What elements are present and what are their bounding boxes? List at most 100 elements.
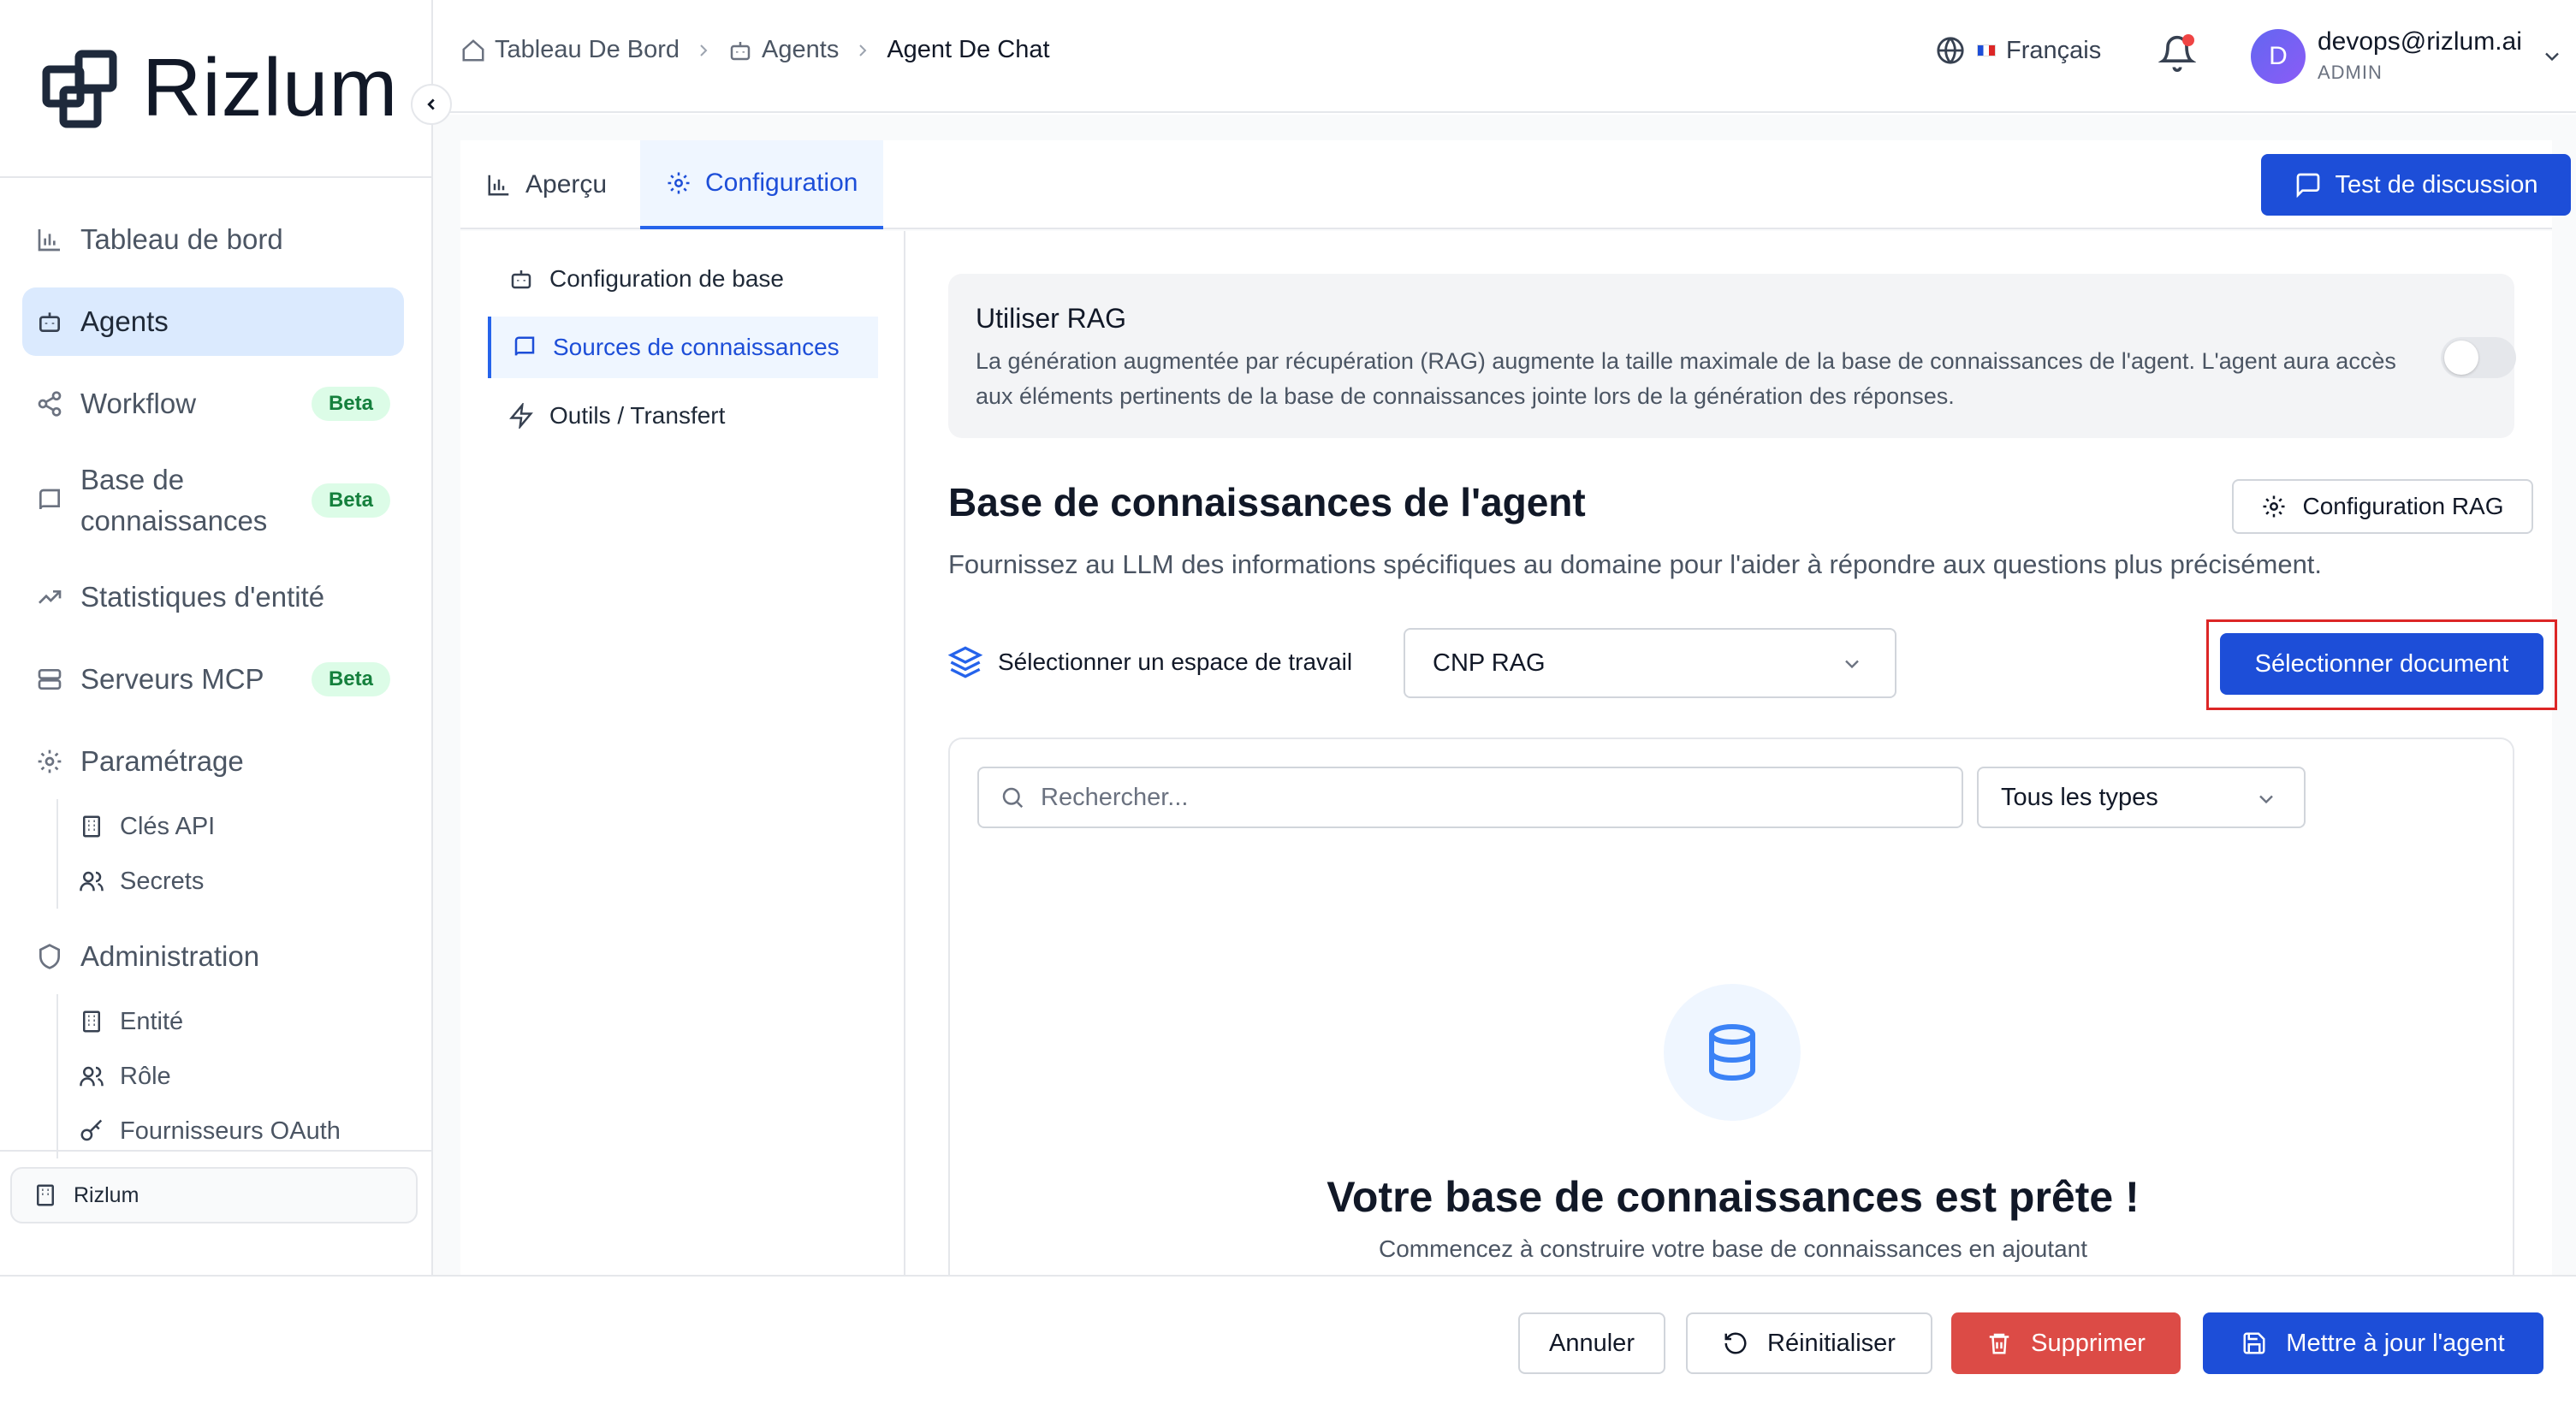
workspace-label-text: Sélectionner un espace de travail (998, 649, 1353, 675)
database-icon (1664, 984, 1801, 1121)
sidebar-item-label: Statistiques d'entité (80, 581, 325, 613)
type-filter-select[interactable]: Tous les types (1977, 767, 2306, 828)
sidebar-item-entity[interactable]: Entité (79, 994, 404, 1049)
notifications-button[interactable] (2158, 34, 2197, 72)
sidebar-item-label: Agents (80, 305, 169, 337)
language-selector[interactable]: Français (1936, 36, 2101, 65)
app-root: Rizlum Tableau de bord Agents Workflow B… (0, 0, 2576, 1410)
subnav-label: Configuration de base (549, 265, 784, 292)
gear-icon (2263, 495, 2285, 518)
chevron-down-icon[interactable] (2540, 44, 2564, 68)
book-icon (36, 487, 63, 514)
admin-submenu: Entité Rôle Fournisseurs OAuth (56, 994, 404, 1158)
chevron-down-icon (1845, 660, 1859, 669)
button-label: Test de discussion (2335, 170, 2538, 198)
sidebar-item-entity-stats[interactable]: Statistiques d'entité (22, 563, 404, 631)
logo[interactable]: Rizlum (38, 41, 398, 135)
button-label: Réinitialiser (1767, 1329, 1896, 1357)
bar-chart-icon (488, 175, 509, 196)
breadcrumb-current: Agent De Chat (887, 36, 1050, 63)
tab-bar: Aperçu Configuration Test de discussion (460, 140, 2571, 229)
tab-overview[interactable]: Aperçu (460, 140, 632, 229)
test-discussion-button[interactable]: Test de discussion (2261, 154, 2571, 216)
sidebar-item-label: Secrets (120, 867, 205, 895)
cancel-button[interactable]: Annuler (1518, 1312, 1665, 1374)
rotate-ccw-icon (1724, 1332, 1747, 1354)
button-label: Mettre à jour l'agent (2286, 1329, 2505, 1357)
top-header: Tableau De Bord Agents Agent De Chat Fra… (433, 0, 2576, 113)
sidebar-item-label: Tableau de bord (80, 223, 283, 255)
book-icon (514, 336, 535, 356)
avatar[interactable]: D (2251, 29, 2306, 84)
knowledge-base-title: Base de connaissances de l'agent (948, 480, 1586, 524)
documents-panel: Rechercher... Tous les types Votre base … (948, 738, 2514, 1336)
sidebar-item-knowledge-base[interactable]: Base de connaissances Beta (22, 452, 404, 549)
update-agent-button[interactable]: Mettre à jour l'agent (2203, 1312, 2543, 1374)
toggle-knob (2444, 341, 2478, 375)
tab-configuration[interactable]: Configuration (640, 140, 884, 229)
workspace-select[interactable]: CNP RAG (1404, 628, 1896, 698)
organization-switcher[interactable]: Rizlum (10, 1167, 418, 1223)
users-icon (79, 1063, 104, 1089)
sidebar-item-label: Base de connaissances (80, 464, 268, 536)
organization-name: Rizlum (74, 1182, 139, 1207)
building-icon (37, 1184, 54, 1206)
sidebar-item-settings[interactable]: Paramétrage (22, 727, 404, 796)
sidebar-item-label: Paramétrage (80, 745, 244, 777)
sidebar-item-secrets[interactable]: Secrets (79, 854, 404, 909)
trash-icon (1989, 1333, 2009, 1354)
reset-button[interactable]: Réinitialiser (1686, 1312, 1932, 1374)
chevron-right-icon (852, 40, 873, 61)
sidebar-collapse-button[interactable] (411, 84, 452, 125)
rag-toggle[interactable] (2441, 337, 2516, 378)
config-subnav: Configuration de base Sources de connais… (460, 231, 905, 1275)
users-icon (79, 868, 104, 894)
notification-dot (2182, 34, 2194, 46)
message-square-icon (2296, 173, 2319, 198)
breadcrumb-label: Agents (762, 36, 840, 63)
sidebar-item-administration[interactable]: Administration (22, 922, 404, 991)
rag-title: Utiliser RAG (976, 303, 1127, 334)
search-input[interactable]: Rechercher... (977, 767, 1963, 828)
chevron-right-icon (693, 40, 714, 61)
beta-badge: Beta (311, 483, 390, 518)
chevron-down-icon (2259, 795, 2273, 804)
subnav-tools-transfer[interactable]: Outils / Transfert (488, 385, 878, 447)
breadcrumb-item-agents[interactable]: Agents (727, 36, 839, 64)
sidebar-item-dashboard[interactable]: Tableau de bord (22, 205, 404, 274)
sidebar-item-role[interactable]: Rôle (79, 1049, 404, 1104)
breadcrumb-item-dashboard[interactable]: Tableau De Bord (460, 36, 680, 64)
layers-icon (948, 646, 982, 678)
sidebar-item-label: Rôle (120, 1062, 171, 1090)
gear-icon (668, 172, 690, 194)
user-email[interactable]: devops@rizlum.ai (2318, 27, 2522, 56)
bar-chart-icon (36, 226, 63, 253)
server-icon (36, 666, 63, 693)
search-placeholder: Rechercher... (1041, 783, 1189, 811)
shield-icon (36, 943, 63, 970)
subnav-knowledge-sources[interactable]: Sources de connaissances (488, 317, 878, 378)
main-area: Aperçu Configuration Test de discussion … (433, 115, 2576, 1336)
bot-icon (511, 270, 531, 289)
empty-state-title: Votre base de connaissances est prête ! (1327, 1173, 2140, 1221)
settings-submenu: Clés API Secrets (56, 799, 404, 909)
tab-label: Configuration (705, 169, 858, 197)
beta-badge: Beta (311, 662, 390, 696)
workspace-label: Sélectionner un espace de travail (948, 645, 1352, 679)
sidebar-item-agents[interactable]: Agents (22, 287, 404, 356)
rag-config-button[interactable]: Configuration RAG (2232, 479, 2533, 534)
bot-icon (36, 308, 63, 335)
sidebar-nav: Tableau de bord Agents Workflow Beta Bas… (22, 205, 404, 1172)
delete-button[interactable]: Supprimer (1951, 1312, 2181, 1374)
sidebar-item-mcp-servers[interactable]: Serveurs MCP Beta (22, 645, 404, 714)
brand-name: Rizlum (142, 42, 399, 133)
select-document-button[interactable]: Sélectionner document (2220, 633, 2543, 695)
button-label: Supprimer (2031, 1329, 2146, 1357)
building-icon (79, 814, 104, 839)
sidebar-item-api-keys[interactable]: Clés API (79, 799, 404, 854)
sidebar-item-label: Administration (80, 940, 260, 972)
save-icon (2243, 1332, 2265, 1354)
sidebar-item-label: Serveurs MCP (80, 663, 264, 695)
sidebar-item-workflow[interactable]: Workflow Beta (22, 370, 404, 438)
subnav-basic-config[interactable]: Configuration de base (488, 248, 878, 310)
